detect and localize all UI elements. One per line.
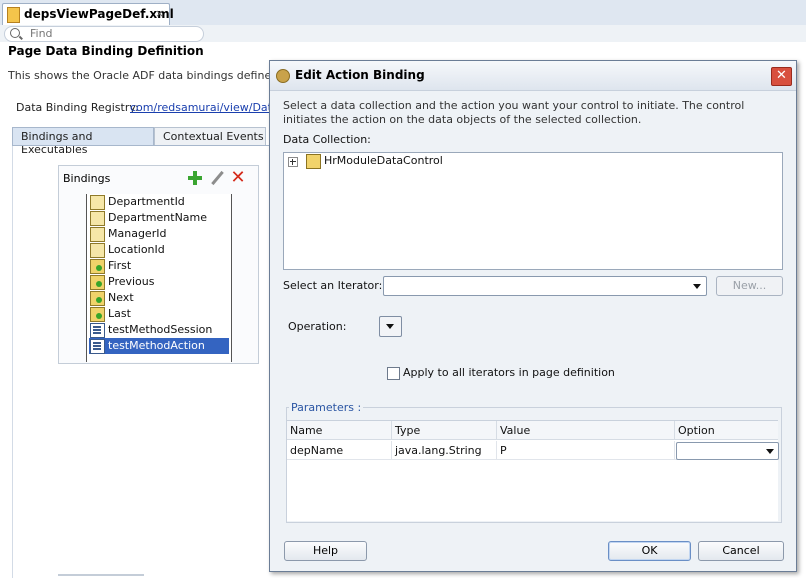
bindings-list: DepartmentId DepartmentName ManagerId Lo… [86,194,232,362]
attribute-binding-icon [90,227,105,242]
action-binding-icon [90,307,105,322]
binding-item[interactable]: Previous [89,274,229,290]
param-type-cell[interactable]: java.lang.String [392,441,497,460]
edit-pencil-icon[interactable] [209,170,225,186]
bindings-panel: Bindings ✕ DepartmentId DepartmentName M… [58,165,259,364]
attribute-binding-icon [90,195,105,210]
binding-label: Previous [108,275,155,288]
column-header-value[interactable]: Value [497,421,675,440]
edit-action-binding-dialog: Edit Action Binding ✕ Select a data coll… [269,60,797,572]
binding-item[interactable]: Next [89,290,229,306]
xml-file-icon [7,7,20,23]
dialog-title: Edit Action Binding [295,68,425,82]
editor-tab-strip: depsViewPageDef.xml × [0,0,806,26]
close-icon[interactable]: ✕ [771,67,792,86]
binding-label: Next [108,291,134,304]
binding-label: Last [108,307,131,320]
bindings-title: Bindings [63,172,111,185]
iterator-select[interactable] [383,276,707,296]
tree-node-label[interactable]: HrModuleDataControl [324,154,443,167]
operation-select[interactable] [379,316,402,337]
binding-item[interactable]: First [89,258,229,274]
column-header-option[interactable]: Option [675,421,778,440]
apply-all-iterators-label[interactable]: Apply to all iterators in page definitio… [403,366,615,379]
binding-item[interactable]: DepartmentId [89,194,229,210]
binding-label: First [108,259,132,272]
page-description: This shows the Oracle ADF data bindings … [8,69,270,82]
chevron-down-icon [693,284,701,289]
operation-label: Operation: [288,320,347,333]
dialog-titlebar[interactable]: Edit Action Binding ✕ [270,61,796,91]
tab-label: Bindings and Executables [21,130,93,156]
tab-contextual-events[interactable]: Contextual Events [154,127,266,146]
find-placeholder: Find [30,27,53,40]
iterator-label: Select an Iterator: [283,279,383,292]
binding-label: DepartmentName [108,211,208,224]
binding-item[interactable]: DepartmentName [89,210,229,226]
new-iterator-button[interactable]: New... [716,276,783,296]
action-binding-icon [90,275,105,290]
attribute-binding-icon [90,243,105,258]
tab-divider [12,145,270,146]
binding-item[interactable]: LocationId [89,242,229,258]
param-name-cell[interactable]: depName [287,441,392,460]
binding-label: testMethodAction [108,339,205,352]
action-binding-icon [90,259,105,274]
scroll-divider [58,574,144,576]
chevron-down-icon [766,449,774,454]
registry-label: Data Binding Registry: [16,101,139,114]
apply-all-iterators-checkbox[interactable] [387,367,400,380]
add-binding-icon[interactable] [187,170,203,186]
binding-label: ManagerId [108,227,167,240]
method-binding-icon [90,323,105,338]
method-binding-icon [90,339,105,354]
ok-button[interactable]: OK [608,541,691,561]
param-option-cell [675,441,779,460]
find-bar: Find [0,25,806,42]
column-header-name[interactable]: Name [287,421,392,440]
column-header-type[interactable]: Type [392,421,497,440]
dialog-icon [276,69,290,83]
binding-label: testMethodSession [108,323,213,336]
find-input[interactable]: Find [4,26,204,42]
page-title: Page Data Binding Definition [8,44,204,58]
data-collection-tree[interactable]: HrModuleDataControl [283,152,783,270]
close-tab-icon[interactable]: × [155,7,164,20]
binding-label: DepartmentId [108,195,185,208]
registry-link[interactable]: com/redsamurai/view/DataBi [130,101,270,114]
tab-bindings-and-executables[interactable]: Bindings and Executables [12,127,154,156]
tab-content-border [12,146,13,578]
option-select[interactable] [676,442,779,460]
binding-item[interactable]: testMethodSession [89,322,229,338]
dialog-instructions: Select a data collection and the action … [283,99,745,126]
cancel-button[interactable]: Cancel [698,541,784,561]
binding-label: LocationId [108,243,165,256]
binding-item[interactable]: ManagerId [89,226,229,242]
parameters-table: Name Type Value Option depName java.lang… [287,420,779,521]
data-control-icon [306,154,321,169]
tab-label: Contextual Events [163,130,264,143]
parameters-label: Parameters : [289,401,364,414]
attribute-binding-icon [90,211,105,226]
binding-item[interactable]: Last [89,306,229,322]
editor-tab-depsviewpagedef[interactable]: depsViewPageDef.xml × [2,3,174,26]
editor-tab-label: depsViewPageDef.xml [24,7,174,21]
delete-x-icon[interactable]: ✕ [230,169,246,187]
search-icon [10,28,20,38]
action-binding-icon [90,291,105,306]
param-value-cell[interactable]: P [497,441,675,460]
binding-item-selected[interactable]: testMethodAction [89,338,229,354]
data-collection-label: Data Collection: [283,133,371,146]
expand-plus-icon[interactable] [288,157,298,167]
help-button[interactable]: Help [284,541,367,561]
chevron-down-icon [386,324,394,329]
